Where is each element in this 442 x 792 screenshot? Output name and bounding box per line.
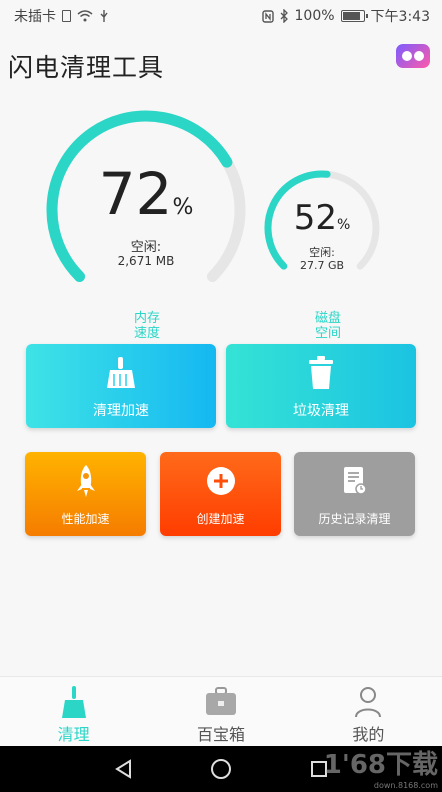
bluetooth-icon	[280, 9, 288, 23]
memory-free-value: 2,671 MB	[117, 254, 175, 268]
nfc-icon	[261, 9, 274, 23]
disk-gauge[interactable]: 52% 空闲: 27.7 GB	[262, 168, 382, 288]
memory-caption: 内存 速度	[117, 311, 177, 341]
clean-speed-label: 清理加速	[93, 403, 149, 419]
broom-icon	[0, 685, 147, 719]
battery-percent: 100%	[294, 8, 335, 24]
carrier-text: 未插卡	[14, 9, 56, 25]
tab-mine[interactable]: 我的	[295, 677, 442, 746]
disk-free-label: 空闲:	[309, 246, 335, 259]
history-clean-button[interactable]: 历史记录清理	[294, 452, 415, 536]
disk-caption-line2: 空间	[314, 326, 341, 341]
rocket-icon	[25, 464, 146, 498]
disk-percent-sign: %	[336, 217, 351, 233]
tab-clean-label: 清理	[57, 725, 90, 744]
broom-icon	[26, 356, 216, 390]
tab-clean[interactable]: 清理	[0, 677, 147, 746]
status-bar: 未插卡 100% 下午3:43	[0, 0, 442, 32]
promo-badge-icon[interactable]	[396, 44, 430, 68]
disk-caption-line1: 磁盘	[314, 311, 341, 326]
document-icon	[294, 464, 415, 498]
disk-free-value: 27.7 GB	[299, 259, 345, 272]
home-icon[interactable]	[210, 758, 232, 780]
battery-icon	[340, 10, 368, 22]
memory-caption-line1: 内存	[133, 311, 160, 326]
watermark-main: 1'68下载	[323, 750, 438, 780]
disk-caption: 磁盘 空间	[298, 311, 358, 341]
create-speed-label: 创建加速	[196, 512, 245, 526]
app-title: 闪电清理工具	[8, 53, 165, 82]
wifi-icon	[77, 10, 93, 22]
disk-percent: 52	[293, 198, 337, 238]
memory-free-label: 空闲:	[130, 240, 162, 255]
trash-icon	[226, 356, 416, 390]
memory-gauge[interactable]: 72% 空闲: 2,671 MB	[44, 108, 248, 312]
clean-speed-button[interactable]: 清理加速	[26, 344, 216, 428]
memory-percent: 72	[98, 160, 173, 228]
watermark-sub: down.8168.com	[373, 781, 438, 790]
usb-icon	[100, 10, 108, 22]
memory-percent-sign: %	[172, 195, 194, 220]
bottom-nav: 清理 百宝箱 我的	[0, 676, 442, 746]
briefcase-icon	[147, 685, 294, 719]
clock: 下午3:43	[370, 9, 430, 25]
create-speed-button[interactable]: 创建加速	[160, 452, 281, 536]
memory-caption-line2: 速度	[133, 326, 160, 341]
junk-clean-button[interactable]: 垃圾清理	[226, 344, 416, 428]
user-icon	[295, 685, 442, 719]
watermark: 1'68下载 down.8168.com	[324, 744, 438, 790]
sim-icon	[62, 10, 71, 22]
tab-toolbox[interactable]: 百宝箱	[147, 677, 294, 746]
tab-toolbox-label: 百宝箱	[196, 725, 245, 744]
plus-circle-icon	[160, 464, 281, 498]
history-clean-label: 历史记录清理	[318, 512, 391, 526]
back-icon[interactable]	[114, 759, 132, 779]
tab-mine-label: 我的	[352, 725, 385, 744]
junk-clean-label: 垃圾清理	[293, 403, 349, 419]
performance-speed-button[interactable]: 性能加速	[25, 452, 146, 536]
performance-speed-label: 性能加速	[61, 512, 110, 526]
